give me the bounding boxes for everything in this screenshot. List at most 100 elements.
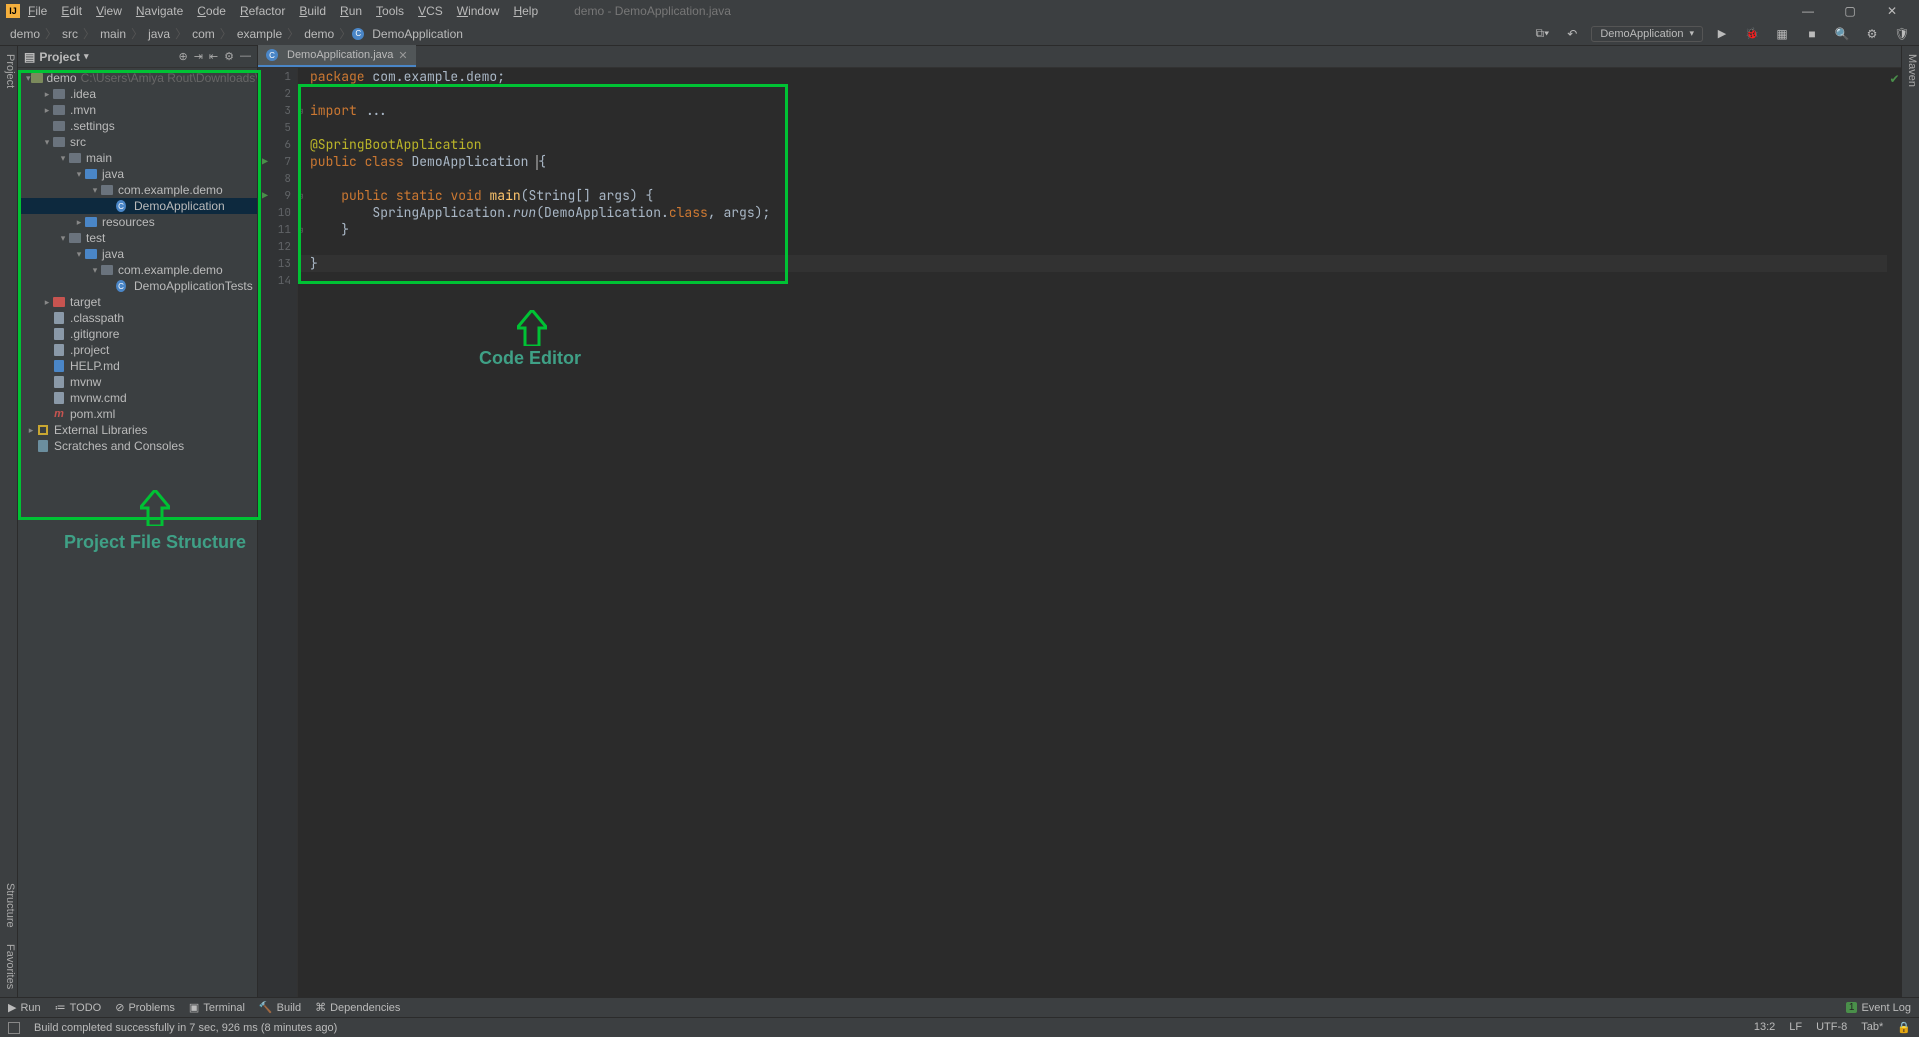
window-close-button[interactable]: ✕	[1871, 0, 1913, 22]
tree-arrow-icon[interactable]: ▸	[42, 297, 52, 308]
ide-avatar-icon[interactable]: 🛡	[1891, 23, 1913, 45]
tree-arrow-icon[interactable]: ▾	[74, 169, 84, 180]
tree-row[interactable]: .settings	[18, 118, 257, 134]
caret-position[interactable]: 13:2	[1754, 1021, 1775, 1034]
tree-arrow-icon[interactable]: ▾	[74, 249, 84, 260]
tree-row[interactable]: ▸.idea	[18, 86, 257, 102]
crumb[interactable]: com	[188, 27, 219, 41]
search-everywhere-button[interactable]: 🔍	[1831, 23, 1853, 45]
menu-tools[interactable]: Tools	[376, 4, 404, 18]
settings-icon[interactable]: ⚙	[224, 50, 234, 63]
select-opened-file-icon[interactable]: ⊕	[178, 50, 187, 63]
file-encoding[interactable]: UTF-8	[1816, 1021, 1847, 1034]
coverage-button[interactable]: ▦	[1771, 23, 1793, 45]
terminal-tool-button[interactable]: ▣ Terminal	[189, 1001, 245, 1014]
tree-arrow-icon[interactable]: ▸	[42, 105, 52, 116]
tree-row[interactable]: .classpath	[18, 310, 257, 326]
menu-navigate[interactable]: Navigate	[136, 4, 183, 18]
tree-row[interactable]: ▾test	[18, 230, 257, 246]
tree-row[interactable]: mpom.xml	[18, 406, 257, 422]
tree-arrow-icon[interactable]: ▾	[42, 137, 52, 148]
tree-arrow-icon[interactable]: ▾	[90, 265, 100, 276]
todo-tool-button[interactable]: ≔ TODO	[55, 1001, 102, 1014]
editor-gutter[interactable]: 1 2 3⊞ 5 6 ▶7 8 ▶9⊟ 10 11⊟ 12 13 14	[258, 68, 298, 997]
menu-edit[interactable]: Edit	[61, 4, 82, 18]
project-tree[interactable]: ▾demoC:\Users\Amiya Rout\Downloads\demo▸…	[18, 68, 257, 997]
menu-code[interactable]: Code	[197, 4, 226, 18]
hide-panel-icon[interactable]: —	[240, 50, 251, 63]
tool-windows-toggle-icon[interactable]	[8, 1022, 20, 1034]
tree-row[interactable]: ▾com.example.demo	[18, 262, 257, 278]
project-tool-button[interactable]: Project	[0, 46, 17, 96]
dependencies-tool-button[interactable]: ⌘ Dependencies	[315, 1001, 400, 1014]
tree-arrow-icon[interactable]: ▾	[90, 185, 100, 196]
menu-vcs[interactable]: VCS	[418, 4, 443, 18]
stop-button[interactable]: ■	[1801, 23, 1823, 45]
tree-row[interactable]: ▾java	[18, 246, 257, 262]
window-minimize-button[interactable]: —	[1787, 0, 1829, 22]
run-config-selector[interactable]: DemoApplication	[1591, 26, 1703, 42]
tree-row[interactable]: ▸External Libraries	[18, 422, 257, 438]
line-separator[interactable]: LF	[1789, 1021, 1802, 1034]
tree-row[interactable]: mvnw.cmd	[18, 390, 257, 406]
tree-row[interactable]: .project	[18, 342, 257, 358]
crumb[interactable]: example	[233, 27, 286, 41]
tree-row[interactable]: HELP.md	[18, 358, 257, 374]
menu-help[interactable]: Help	[513, 4, 538, 18]
tree-row[interactable]: ▾java	[18, 166, 257, 182]
editor-tab[interactable]: C DemoApplication.java ✕	[258, 45, 416, 67]
file-icon	[52, 344, 66, 356]
maven-tool-button[interactable]: Maven	[1902, 46, 1919, 95]
tree-row[interactable]: ▾com.example.demo	[18, 182, 257, 198]
crumb[interactable]: demo	[300, 27, 338, 41]
settings-button[interactable]: ⚙	[1861, 23, 1883, 45]
tree-arrow-icon[interactable]: ▸	[26, 425, 36, 436]
build-tool-button[interactable]: 🔨 Build	[259, 1001, 301, 1014]
menu-file[interactable]: File	[28, 4, 47, 18]
favorites-tool-button[interactable]: Favorites	[0, 936, 17, 997]
tree-row[interactable]: ▸target	[18, 294, 257, 310]
intellij-logo-icon: IJ	[6, 4, 20, 18]
crumb[interactable]: main	[96, 27, 130, 41]
crumb[interactable]: DemoApplication	[368, 27, 467, 41]
crumb[interactable]: demo	[6, 27, 44, 41]
tree-row[interactable]: ▸resources	[18, 214, 257, 230]
tree-row[interactable]: CDemoApplicationTests	[18, 278, 257, 294]
indent-config[interactable]: Tab*	[1861, 1021, 1883, 1034]
tree-row[interactable]: Scratches and Consoles	[18, 438, 257, 454]
close-tab-icon[interactable]: ✕	[398, 49, 407, 62]
menu-view[interactable]: View	[96, 4, 122, 18]
run-tool-button[interactable]: ▶ Run	[8, 1001, 41, 1014]
menu-refactor[interactable]: Refactor	[240, 4, 285, 18]
menu-window[interactable]: Window	[457, 4, 500, 18]
add-config-button[interactable]: ⧉▾	[1531, 23, 1553, 45]
crumb[interactable]: java	[144, 27, 174, 41]
tree-row[interactable]: ▾main	[18, 150, 257, 166]
debug-button[interactable]: 🐞	[1741, 23, 1763, 45]
tree-row[interactable]: ▾src	[18, 134, 257, 150]
code-editor[interactable]: package com.example.demo; import ... @Sp…	[298, 68, 1887, 997]
window-maximize-button[interactable]: ▢	[1829, 0, 1871, 22]
tree-arrow-icon[interactable]: ▸	[74, 217, 84, 228]
tree-row[interactable]: mvnw	[18, 374, 257, 390]
lock-icon[interactable]: 🔒	[1897, 1021, 1911, 1034]
project-panel-title[interactable]: ▤Project ▾	[24, 50, 89, 64]
tree-arrow-icon[interactable]: ▸	[42, 89, 52, 100]
tree-arrow-icon[interactable]: ▾	[58, 233, 68, 244]
tree-row[interactable]: .gitignore	[18, 326, 257, 342]
editor-markers[interactable]: ✔	[1887, 68, 1901, 997]
problems-tool-button[interactable]: ⊘ Problems	[115, 1001, 175, 1014]
tree-row[interactable]: ▾demoC:\Users\Amiya Rout\Downloads\demo	[18, 70, 257, 86]
expand-all-icon[interactable]: ⇥	[194, 50, 203, 63]
menu-run[interactable]: Run	[340, 4, 362, 18]
crumb[interactable]: src	[58, 27, 82, 41]
tree-arrow-icon[interactable]: ▾	[58, 153, 68, 164]
event-log-button[interactable]: 1 Event Log	[1846, 1002, 1911, 1014]
collapse-all-icon[interactable]: ⇤	[209, 50, 218, 63]
menu-build[interactable]: Build	[299, 4, 326, 18]
build-button[interactable]: ↶	[1561, 23, 1583, 45]
run-button[interactable]: ▶	[1711, 23, 1733, 45]
tree-row[interactable]: CDemoApplication	[18, 198, 257, 214]
structure-tool-button[interactable]: Structure	[0, 875, 17, 936]
tree-row[interactable]: ▸.mvn	[18, 102, 257, 118]
